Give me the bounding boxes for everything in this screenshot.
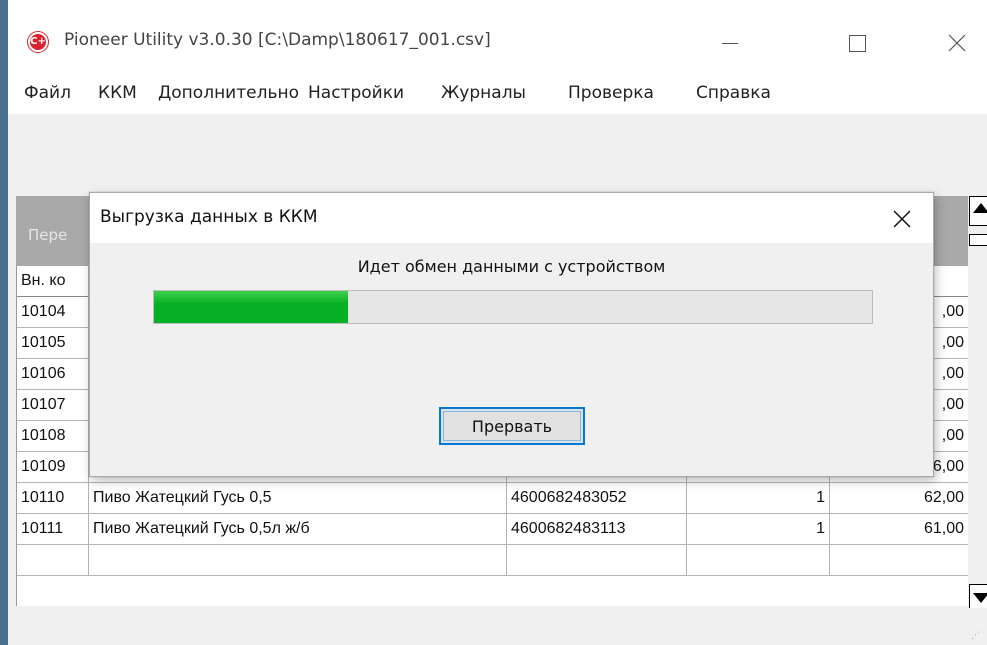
cell-name[interactable]: Пиво Жатецкий Гусь 0,5: [89, 483, 507, 514]
table-row-partial[interactable]: [17, 545, 968, 576]
cell-qty[interactable]: [687, 545, 830, 576]
minimize-button[interactable]: [706, 22, 752, 66]
column-header[interactable]: Вн. ко: [17, 266, 89, 297]
cell-qty[interactable]: 1: [687, 483, 830, 514]
cell-code[interactable]: 10111: [17, 514, 89, 545]
menu-journals[interactable]: Журналы: [441, 83, 526, 103]
cell-code[interactable]: 10109: [17, 452, 89, 483]
dialog-title-bar[interactable]: Выгрузка данных в ККМ: [90, 193, 933, 243]
cell-code[interactable]: 10107: [17, 390, 89, 421]
dialog-title: Выгрузка данных в ККМ: [100, 207, 318, 227]
dialog-close-button[interactable]: [890, 207, 914, 231]
progress-fill: [154, 291, 348, 323]
cell-qty[interactable]: 1: [687, 514, 830, 545]
cell-code[interactable]: 10104: [17, 297, 89, 328]
table-caption-label: Пере: [28, 226, 68, 244]
menu-settings[interactable]: Настройки: [308, 83, 404, 103]
menu-check[interactable]: Проверка: [568, 83, 654, 103]
app-window: C+ Pioneer Utility v3.0.30 [C:\Damp\1806…: [0, 0, 987, 645]
scroll-thumb[interactable]: [969, 234, 987, 246]
cell-name[interactable]: [89, 545, 507, 576]
progress-bar: [153, 290, 873, 324]
title-bar[interactable]: C+ Pioneer Utility v3.0.30 [C:\Damp\1806…: [8, 0, 987, 76]
menu-kkm[interactable]: ККМ: [98, 83, 137, 103]
cell-code[interactable]: 10105: [17, 328, 89, 359]
cell-code[interactable]: 10106: [17, 359, 89, 390]
cell-barcode[interactable]: 4600682483052: [507, 483, 687, 514]
status-message: Идет обмен данными с устройством: [357, 257, 666, 276]
close-icon: [893, 210, 911, 228]
vertical-scrollbar[interactable]: [968, 196, 987, 614]
cell-price[interactable]: 62,00: [830, 483, 968, 514]
cell-price[interactable]: 61,00: [830, 514, 968, 545]
toolbar-area: [8, 114, 987, 196]
cell-name[interactable]: Пиво Жатецкий Гусь 0,5л ж/б: [89, 514, 507, 545]
menu-additional[interactable]: Дополнительно: [158, 83, 299, 103]
maximize-button[interactable]: [834, 22, 880, 66]
menu-file[interactable]: Файл: [24, 83, 71, 103]
pioneer-logo-icon[interactable]: C+: [28, 32, 48, 52]
menu-help[interactable]: Справка: [696, 83, 771, 103]
close-icon: [948, 34, 966, 52]
resize-grip-icon[interactable]: ⋰: [971, 631, 981, 641]
cell-code[interactable]: 10110: [17, 483, 89, 514]
cell-barcode[interactable]: [507, 545, 687, 576]
abort-button[interactable]: Прервать: [439, 407, 585, 445]
menu-bar: Файл ККМ Дополнительно Настройки Журналы…: [8, 76, 987, 114]
window-title: Pioneer Utility v3.0.30 [C:\Damp\180617_…: [64, 30, 491, 50]
upload-dialog: Выгрузка данных в ККМ Идет обмен данными…: [89, 192, 934, 477]
arrow-up-icon[interactable]: [969, 196, 987, 226]
table-row[interactable]: 10111 Пиво Жатецкий Гусь 0,5л ж/б 460068…: [17, 514, 968, 545]
cell-code[interactable]: 10108: [17, 421, 89, 452]
cell-code[interactable]: [17, 545, 89, 576]
table-row[interactable]: 10110 Пиво Жатецкий Гусь 0,5 46006824830…: [17, 483, 968, 514]
cell-barcode[interactable]: 4600682483113: [507, 514, 687, 545]
status-bar: ⋰: [8, 608, 987, 645]
close-button[interactable]: [934, 22, 980, 66]
cell-price[interactable]: [830, 545, 968, 576]
